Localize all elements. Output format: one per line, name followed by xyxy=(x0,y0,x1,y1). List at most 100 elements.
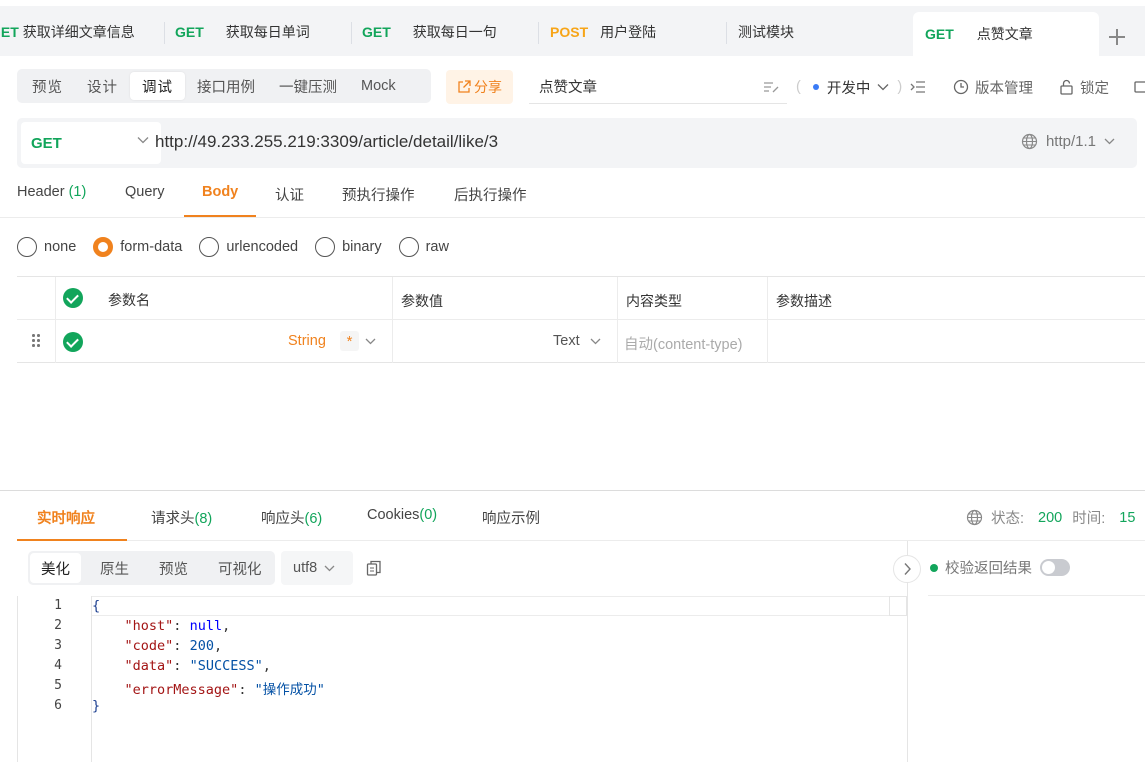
view-preview[interactable]: 预览 xyxy=(148,553,199,583)
request-tab-user-login[interactable]: POST 用户登陆 xyxy=(550,12,720,52)
method-select[interactable]: GET xyxy=(21,122,161,164)
line-number: 1 xyxy=(54,598,62,613)
more-icon[interactable] xyxy=(1134,79,1145,95)
view-raw[interactable]: 原生 xyxy=(89,553,140,583)
radio-binary[interactable] xyxy=(315,237,336,257)
chevron-down-icon xyxy=(324,565,335,571)
tab-query[interactable]: Query xyxy=(125,184,165,200)
radio-none[interactable] xyxy=(17,237,37,257)
tab-cookies-count: (0) xyxy=(419,507,438,523)
column-divider xyxy=(617,277,618,363)
validate-toggle[interactable] xyxy=(1040,559,1070,576)
time-label: 时间: xyxy=(1072,511,1106,527)
globe-icon xyxy=(1021,133,1038,150)
param-type-select[interactable]: String xyxy=(288,333,326,349)
json-key: "code" xyxy=(124,638,174,654)
chevron-down-icon[interactable] xyxy=(590,338,601,345)
add-tab-icon[interactable] xyxy=(1106,26,1128,48)
tab-divider xyxy=(351,22,352,44)
radio-form-data[interactable] xyxy=(93,237,114,257)
code-line: } xyxy=(92,698,101,714)
body-type-urlencoded[interactable]: urlencoded xyxy=(199,237,298,257)
content-type-input[interactable]: 自动(content-type) xyxy=(624,333,742,354)
protocol-select[interactable]: http/1.1 xyxy=(1021,133,1115,150)
encoding-value: utf8 xyxy=(293,560,318,576)
tab-divider xyxy=(164,22,165,44)
body-type-form-data[interactable]: form-data xyxy=(93,237,182,257)
share-button[interactable]: 分享 xyxy=(446,70,513,104)
tab-label: 获取每日一句 xyxy=(412,24,497,40)
lock-button[interactable]: 锁定 xyxy=(1059,72,1109,102)
required-toggle[interactable]: * xyxy=(340,331,359,351)
tab-header[interactable]: Header (1) xyxy=(17,184,86,200)
api-name-field[interactable]: 点赞文章 xyxy=(529,70,787,104)
copy-icon[interactable] xyxy=(366,560,382,577)
mode-debug[interactable]: 调试 xyxy=(130,72,185,100)
json-value: null xyxy=(189,618,223,634)
row-enabled-checkbox[interactable] xyxy=(63,332,83,352)
validate-label: 校验返回结果 xyxy=(945,561,1032,577)
format-icon[interactable] xyxy=(763,80,779,94)
tab-response-headers[interactable]: 响应头(6) xyxy=(261,507,322,528)
tab-request-headers[interactable]: 请求头(8) xyxy=(151,507,212,528)
tab-label: 获取详细文章信息 xyxy=(22,24,135,40)
header-content-type: 内容类型 xyxy=(626,293,682,309)
env-bracket-right-icon: ) xyxy=(897,79,903,95)
tab-body[interactable]: Body xyxy=(202,184,238,200)
radio-raw[interactable] xyxy=(398,237,419,257)
radio-binary-label: binary xyxy=(342,239,382,255)
collapse-panel-button[interactable] xyxy=(893,555,921,583)
code-line: "code": 200, xyxy=(124,638,223,654)
request-tab-like-article[interactable]: GET 点赞文章 xyxy=(913,12,1099,56)
editor-scrollbar[interactable] xyxy=(889,596,907,616)
tab-live-response[interactable]: 实时响应 xyxy=(37,507,95,528)
validate-status-dot xyxy=(930,563,938,572)
url-bar: GET http://49.233.255.219:3309/article/d… xyxy=(17,118,1137,168)
mode-mock[interactable]: Mock xyxy=(349,72,408,100)
mode-test-case[interactable]: 接口用例 xyxy=(185,72,267,100)
share-label: 分享 xyxy=(474,79,502,95)
radio-urlencoded[interactable] xyxy=(199,237,220,257)
chevron-down-icon[interactable] xyxy=(365,338,376,345)
json-key: "errorMessage" xyxy=(124,682,239,698)
response-view-switcher: 美化 原生 预览 可视化 xyxy=(28,551,275,585)
view-visualize[interactable]: 可视化 xyxy=(207,553,273,583)
request-tab-test-module[interactable]: 测试模块 xyxy=(738,12,908,52)
tab-label: 点赞文章 xyxy=(976,26,1033,42)
mode-load-test[interactable]: 一键压测 xyxy=(267,72,349,100)
tab-cookies[interactable]: Cookies(0) xyxy=(367,507,437,523)
view-pretty[interactable]: 美化 xyxy=(30,553,81,583)
tab-label: 用户登陆 xyxy=(600,24,657,40)
method-value: GET xyxy=(31,134,62,152)
env-bracket-left-icon: ( xyxy=(796,79,801,95)
encoding-select[interactable]: utf8 xyxy=(281,551,353,585)
side-panel-rule xyxy=(928,595,1145,596)
tab-response-example[interactable]: 响应示例 xyxy=(482,507,540,528)
tab-post-script[interactable]: 后执行操作 xyxy=(454,184,527,205)
environment-selector[interactable]: ( 开发中 ) xyxy=(796,72,926,102)
mode-preview[interactable]: 预览 xyxy=(20,72,75,100)
line-number: 2 xyxy=(54,618,62,633)
tab-response-headers-count: (6) xyxy=(304,511,323,527)
request-tab-daily-word[interactable]: GET 获取每日单词 xyxy=(175,12,345,52)
tab-pre-script[interactable]: 预执行操作 xyxy=(342,184,415,205)
version-management-button[interactable]: 版本管理 xyxy=(953,72,1033,102)
response-body-editor[interactable]: 1 2 3 4 5 6 { "host": null, "code": 200,… xyxy=(17,596,907,762)
json-key: "data" xyxy=(124,658,174,674)
code-line: "errorMessage": "操作成功" xyxy=(124,682,325,698)
body-type-none[interactable]: none xyxy=(17,237,76,257)
tab-label: 测试模块 xyxy=(738,24,794,40)
body-type-raw[interactable]: raw xyxy=(398,237,449,257)
list-indent-icon[interactable] xyxy=(910,80,926,94)
body-type-binary[interactable]: binary xyxy=(315,237,382,257)
code-line: "data": "SUCCESS", xyxy=(124,658,271,674)
request-tab-article-detail[interactable]: GET 获取详细文章信息 xyxy=(0,12,160,52)
url-input[interactable]: http://49.233.255.219:3309/article/detai… xyxy=(155,132,498,152)
line-number: 5 xyxy=(54,678,62,693)
mode-design[interactable]: 设计 xyxy=(75,72,130,100)
tab-auth[interactable]: 认证 xyxy=(275,184,304,205)
drag-handle-icon[interactable] xyxy=(32,334,40,348)
select-all-checkbox[interactable] xyxy=(63,288,83,308)
value-type-select[interactable]: Text xyxy=(553,333,580,349)
request-tab-daily-sentence[interactable]: GET 获取每日一句 xyxy=(362,12,532,52)
